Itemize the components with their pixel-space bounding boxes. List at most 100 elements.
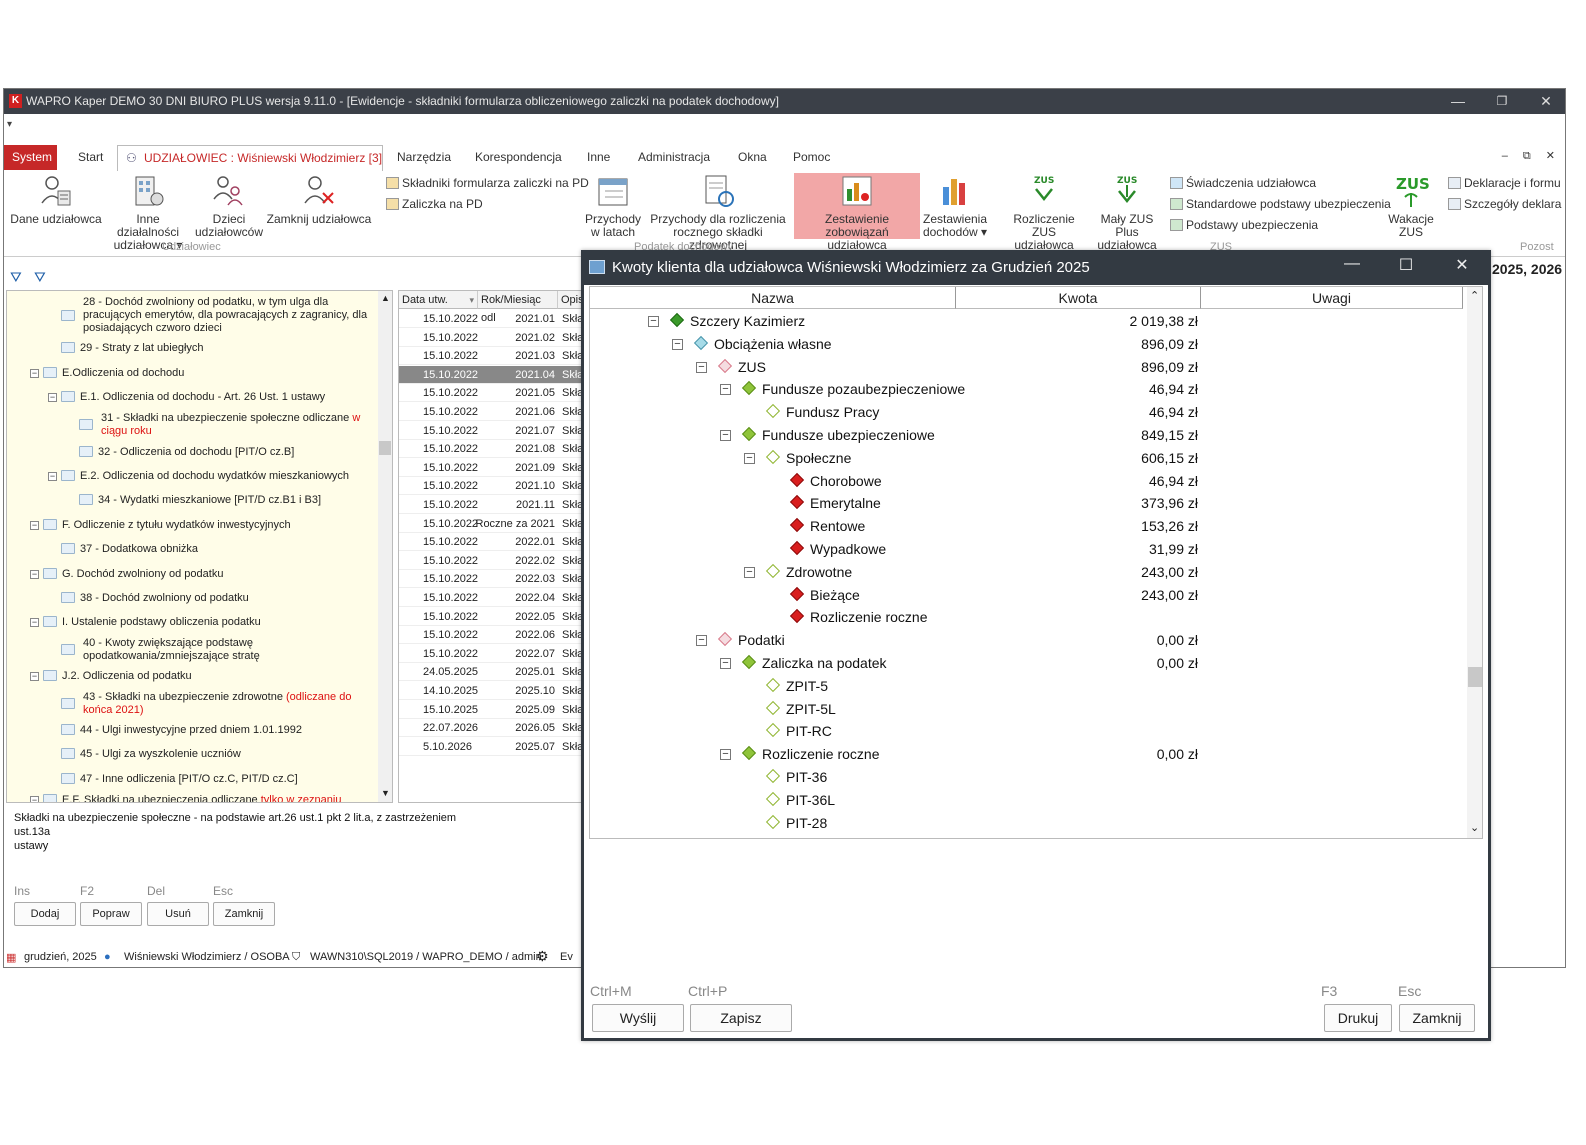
tab-system[interactable]: System — [4, 145, 57, 170]
maximize-icon[interactable]: ☐ — [1391, 255, 1421, 275]
tree-row[interactable]: Rozliczenie roczne — [590, 606, 1460, 629]
collapse-toggle[interactable]: − — [30, 570, 39, 579]
collapse-toggle[interactable]: − — [30, 618, 39, 627]
tree-row[interactable]: − Podatki 0,00 zł — [590, 629, 1460, 652]
tree-item[interactable]: J.2. Odliczenia od podatku — [43, 670, 192, 683]
table-row[interactable]: 15.10.20222022.05Skład — [399, 608, 583, 626]
collapse-toggle[interactable]: − — [30, 672, 39, 681]
tree-row[interactable]: − ZUS 896,09 zł — [590, 356, 1460, 379]
deklaracje-button[interactable]: Deklaracje i formu — [1448, 176, 1561, 190]
tree-item[interactable]: 29 - Straty z lat ubiegłych — [61, 342, 204, 355]
tree-row[interactable]: PIT-36 — [590, 766, 1460, 789]
tree-row[interactable]: ZPIT-5L — [590, 698, 1460, 721]
tree-item[interactable]: 40 - Kwoty zwiększające podstawę opodatk… — [61, 637, 371, 663]
scroll-down-icon[interactable]: ⌄ — [1470, 821, 1479, 834]
tree-row[interactable]: − Zdrowotne 243,00 zł — [590, 561, 1460, 584]
tree-item[interactable]: 37 - Dodatkowa obniżka — [61, 543, 198, 556]
tree-item[interactable]: 32 - Odliczenia od dochodu [PIT/O cz.B] — [79, 446, 294, 459]
zestawienia-dochodow-button[interactable]: Zestawienia dochodów ▾ — [922, 173, 988, 239]
filter-clear-icon[interactable]: ⛛ — [34, 269, 46, 286]
tab-inne[interactable]: Inne — [581, 145, 616, 170]
table-row[interactable]: 15.10.20222021.11Skład — [399, 496, 583, 514]
table-row[interactable]: 15.10.20222021.09Skład — [399, 459, 583, 477]
table-row[interactable]: 15.10.20222021.06Skład — [399, 403, 583, 421]
zapisz-button[interactable]: Zapisz — [690, 1004, 792, 1032]
dialog-scrollbar[interactable]: ⌃ ⌄ — [1467, 287, 1482, 838]
collapse-toggle[interactable]: − — [30, 369, 39, 378]
tree-row[interactable]: Emerytalne 373,96 zł — [590, 492, 1460, 515]
tree-scrollbar[interactable]: ▲ ▼ — [378, 291, 392, 802]
tree-item[interactable]: 38 - Dochód zwolniony od podatku — [61, 592, 249, 605]
tree-row[interactable]: PIT-RC — [590, 720, 1460, 743]
drukuj-button[interactable]: Drukuj — [1324, 1004, 1392, 1032]
column-header[interactable]: Rok/Miesiąc odl — [478, 291, 558, 324]
gear-icon[interactable]: ⚙ — [536, 948, 549, 965]
tree-row[interactable]: − Szczery Kazimierz 2 019,38 zł — [590, 310, 1460, 333]
mdi-controls[interactable]: – ⧉ ✕ — [1502, 149, 1561, 163]
tree-item[interactable]: I. Ustalenie podstawy obliczenia podatku — [43, 616, 261, 629]
table-row[interactable]: 15.10.20252025.09Skład — [399, 701, 583, 719]
table-row[interactable]: 15.10.20222021.02Skład — [399, 329, 583, 347]
tree-item[interactable]: E.1. Odliczenia od dochodu - Art. 26 Ust… — [61, 391, 325, 404]
tree-item[interactable]: 47 - Inne odliczenia [PIT/O cz.C, PIT/D … — [61, 773, 298, 786]
collapse-toggle[interactable]: − — [48, 472, 57, 481]
table-row[interactable]: 22.07.20262026.05Skład — [399, 719, 583, 738]
tree-row[interactable]: Chorobowe 46,94 zł — [590, 470, 1460, 493]
table-row[interactable]: 24.05.20252025.01Skład — [399, 663, 583, 682]
scroll-down-icon[interactable]: ▼ — [381, 788, 390, 798]
table-row[interactable]: 15.10.20222021.05Skład — [399, 384, 583, 403]
column-header-kwota[interactable]: Kwota — [956, 287, 1201, 309]
standardowe-podstawy-button[interactable]: Standardowe podstawy ubezpieczenia — [1170, 197, 1391, 211]
tree-item[interactable]: F. Odliczenie z tytułu wydatków inwestyc… — [43, 519, 291, 532]
tree-item[interactable]: G. Dochód zwolniony od podatku — [43, 568, 223, 581]
collapse-toggle[interactable]: − — [720, 430, 731, 441]
skladniki-button[interactable]: Składniki formularza zaliczki na PD — [386, 176, 589, 190]
tab-narzedzia[interactable]: Narzędzia — [391, 145, 457, 170]
popraw-button[interactable]: Popraw — [80, 902, 142, 926]
tree-row[interactable]: ZPIT-5 — [590, 675, 1460, 698]
table-row[interactable]: 15.10.20222022.04Skład — [399, 589, 583, 607]
table-row[interactable]: 15.10.20222022.03Skład — [399, 570, 583, 589]
tab-udzialowiec[interactable]: ⚇ UDZIAŁOWIEC : Wiśniewski Włodzimierz [… — [117, 145, 383, 172]
szczegoly-deklaracji-button[interactable]: Szczegóły deklara — [1448, 197, 1561, 211]
zamknij-button[interactable]: Zamknij — [213, 902, 275, 926]
column-header-nazwa[interactable]: Nazwa — [590, 287, 956, 309]
table-row[interactable]: 15.10.20222021.01Skład — [399, 310, 583, 328]
tree-row[interactable]: PIT-36L — [590, 789, 1460, 812]
usun-button[interactable]: Usuń — [147, 902, 209, 926]
status-user[interactable]: Wiśniewski Włodzimierz / OSOBA — [124, 951, 290, 963]
wakacje-zus-button[interactable]: ZUS Wakacje ZUS — [1386, 173, 1436, 239]
filter-icon[interactable]: ⛛ — [10, 269, 22, 286]
collapse-toggle[interactable]: − — [744, 452, 755, 464]
close-icon[interactable]: ✕ — [1529, 91, 1563, 111]
minimize-icon[interactable]: — — [1441, 91, 1475, 111]
table-row[interactable]: 15.10.20222021.08Skład — [399, 440, 583, 459]
tree-row[interactable]: − Zaliczka na podatek 0,00 zł — [590, 652, 1460, 675]
zestawienie-zobowiazan-button[interactable]: Zestawienie zobowiązań udziałowca — [794, 173, 920, 252]
table-row[interactable]: 15.10.20222021.07Skład — [399, 422, 583, 440]
tree-row[interactable]: Bieżące 243,00 zł — [590, 584, 1460, 607]
tree-item[interactable]: 45 - Ulgi za wyszkolenie uczniów — [61, 748, 241, 761]
tab-okna[interactable]: Okna — [732, 145, 773, 170]
collapse-toggle[interactable]: − — [48, 393, 57, 402]
status-server[interactable]: WAWN310\SQL2019 / WAPRO_DEMO / admin — [310, 951, 542, 963]
dane-udzialowca-button[interactable]: Dane udziałowca — [10, 173, 102, 226]
tree-row[interactable]: Fundusz Pracy 46,94 zł — [590, 401, 1460, 424]
column-header-uwagi[interactable]: Uwagi — [1201, 287, 1463, 309]
table-row[interactable]: 15.10.20222021.03Skład — [399, 347, 583, 366]
tree-item[interactable]: E.Odliczenia od dochodu — [43, 367, 184, 380]
dodaj-button[interactable]: Dodaj — [14, 902, 76, 926]
podstawy-ubezpieczenia-button[interactable]: Podstawy ubezpieczenia — [1170, 218, 1318, 232]
collapse-toggle[interactable]: − — [744, 566, 755, 578]
collapse-toggle[interactable]: − — [672, 338, 683, 350]
table-row[interactable]: 15.10.20222021.04Skład — [399, 365, 583, 384]
close-icon[interactable]: ✕ — [1447, 255, 1477, 275]
table-row[interactable]: 5.10.20262025.07Skład — [399, 738, 583, 756]
table-row[interactable]: 15.10.20222022.07Skład — [399, 645, 583, 663]
table-row[interactable]: 14.10.20252025.10Skład — [399, 682, 583, 700]
wyslij-button[interactable]: Wyślij — [592, 1004, 684, 1032]
scroll-thumb[interactable] — [1468, 667, 1482, 687]
rozliczenie-zus-button[interactable]: ZUS Rozliczenie ZUS udziałowca — [1002, 173, 1086, 252]
table-row[interactable]: 15.10.20222022.01Skład — [399, 533, 583, 552]
tree-item[interactable]: 28 - Dochód zwolniony od podatku, w tym … — [51, 296, 376, 335]
